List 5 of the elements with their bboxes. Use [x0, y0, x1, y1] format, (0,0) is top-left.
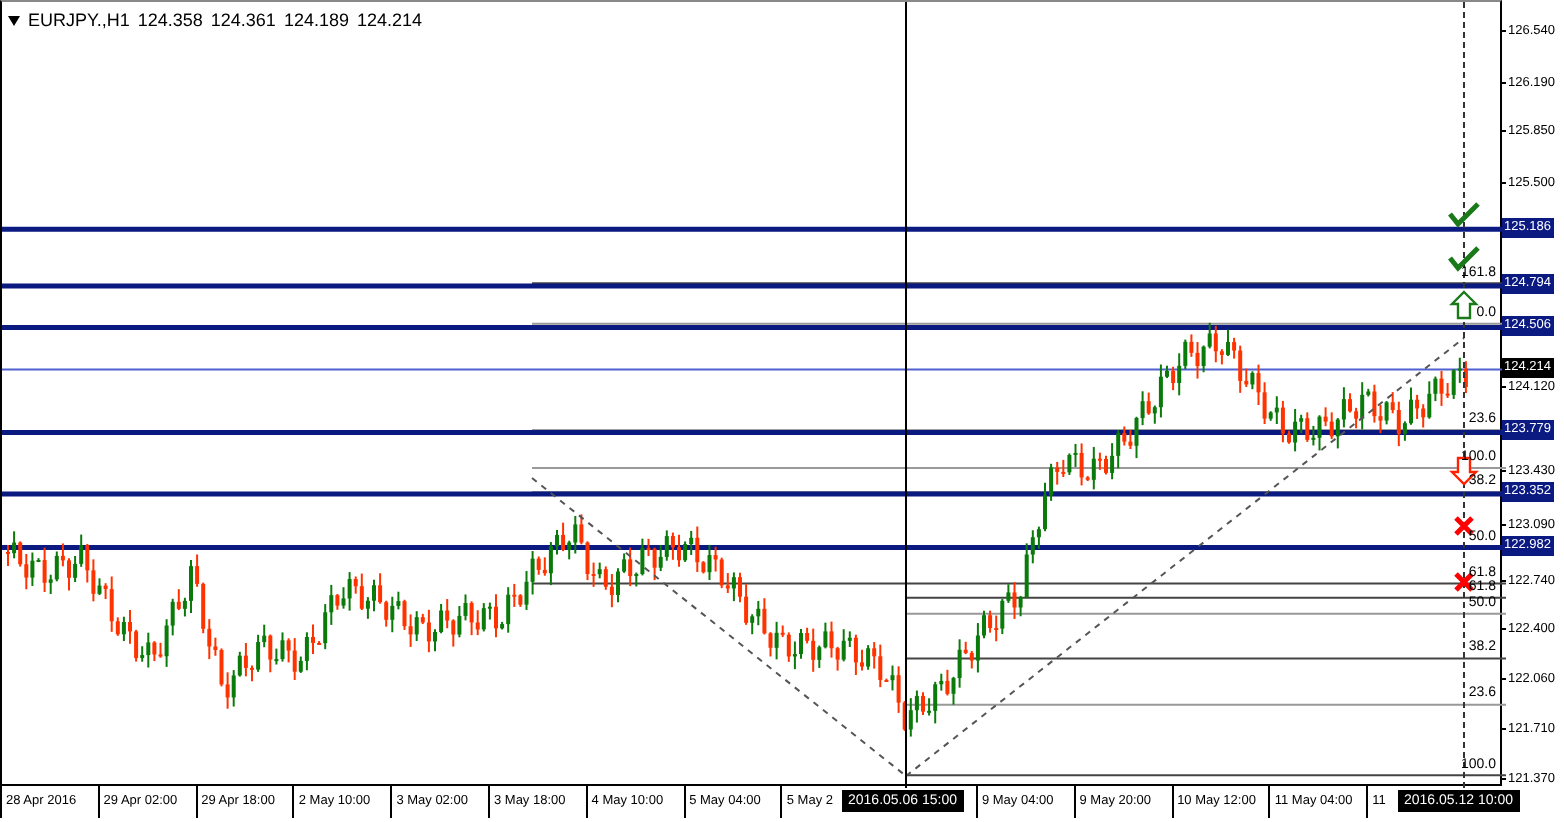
price-value: 124.214 — [357, 10, 423, 30]
price-value: 124.189 — [283, 10, 349, 30]
price-value: 124.358 — [137, 10, 203, 30]
price-value: 124.361 — [210, 10, 276, 30]
symbol-label: EURJPY.,H1 — [28, 10, 130, 30]
